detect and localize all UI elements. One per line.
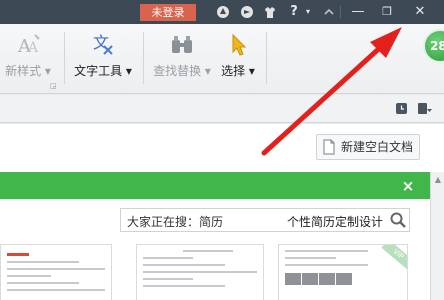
collapse-icon[interactable] bbox=[322, 5, 336, 19]
hot-search-text: 大家正在搜：简历 bbox=[127, 215, 224, 229]
dialog-launcher-icon[interactable]: ◲ bbox=[50, 82, 57, 90]
document-tab-bar bbox=[0, 95, 444, 123]
new-style-label: 新样式 ▾ bbox=[5, 64, 51, 78]
vertical-scrollbar[interactable]: ▲ bbox=[430, 172, 444, 300]
minimize-button[interactable]: — bbox=[346, 3, 370, 21]
skin-icon[interactable] bbox=[216, 5, 230, 19]
login-status-button[interactable]: 未登录 bbox=[140, 4, 196, 21]
new-style-icon: A A bbox=[17, 34, 40, 57]
thumbnail-logo bbox=[7, 253, 29, 256]
title-bar: 未登录 ? ▾ — ❐ ✕ bbox=[0, 0, 444, 24]
search-input[interactable]: 个性简历定制设计 bbox=[287, 213, 383, 230]
search-icon[interactable] bbox=[389, 211, 407, 229]
template-banner bbox=[0, 172, 430, 199]
select-button[interactable]: 选择 ▾ bbox=[218, 30, 258, 86]
close-button[interactable]: ✕ bbox=[408, 3, 432, 21]
clock-icon[interactable] bbox=[396, 103, 407, 114]
ribbon-divider bbox=[266, 32, 267, 84]
document-icon bbox=[323, 139, 335, 155]
ribbon-toolbar: A A 新样式 ▾ ◲ 文 文字工具 ▾ 查找替换 ▾ 选择 ▾ bbox=[0, 24, 444, 94]
template-thumbnail[interactable] bbox=[136, 244, 264, 300]
find-replace-label: 查找替换 ▾ bbox=[153, 64, 211, 78]
svg-text:A: A bbox=[27, 40, 39, 56]
vip-badge: VIP bbox=[381, 245, 407, 270]
restore-button[interactable]: ❐ bbox=[375, 3, 399, 21]
text-tools-button[interactable]: 文 文字工具 ▾ bbox=[70, 30, 136, 86]
find-replace-button[interactable]: 查找替换 ▾ bbox=[150, 30, 214, 86]
text-tools-label: 文字工具 ▾ bbox=[74, 64, 132, 78]
new-blank-document-button[interactable]: 新建空白文档 bbox=[316, 134, 420, 160]
help-dropdown-icon[interactable]: ▾ bbox=[301, 5, 315, 19]
template-thumbnail[interactable]: VIP bbox=[278, 244, 408, 300]
new-style-button[interactable]: A A 新样式 ▾ bbox=[2, 30, 54, 86]
banner-close-button[interactable]: × bbox=[398, 176, 418, 196]
binoculars-icon bbox=[172, 36, 192, 53]
shirt-icon[interactable] bbox=[263, 5, 277, 19]
select-label: 选择 ▾ bbox=[221, 64, 255, 78]
new-blank-document-label: 新建空白文档 bbox=[341, 140, 414, 154]
ribbon-divider bbox=[143, 32, 144, 84]
scroll-up-icon[interactable]: ▲ bbox=[432, 175, 444, 185]
template-thumbnail[interactable] bbox=[0, 244, 112, 300]
thumbnail-photos bbox=[285, 270, 401, 289]
template-search-box[interactable]: 大家正在搜：简历 个性简历定制设计 bbox=[120, 208, 410, 232]
ribbon-divider bbox=[64, 32, 65, 84]
cursor-arrow-icon bbox=[232, 33, 247, 56]
titlebar-divider bbox=[340, 6, 341, 18]
hot-search-term[interactable]: 简历 bbox=[199, 215, 223, 229]
text-tools-icon: 文 bbox=[93, 33, 113, 55]
menu-dropdown-icon[interactable] bbox=[418, 103, 432, 114]
share-icon[interactable] bbox=[240, 5, 254, 19]
